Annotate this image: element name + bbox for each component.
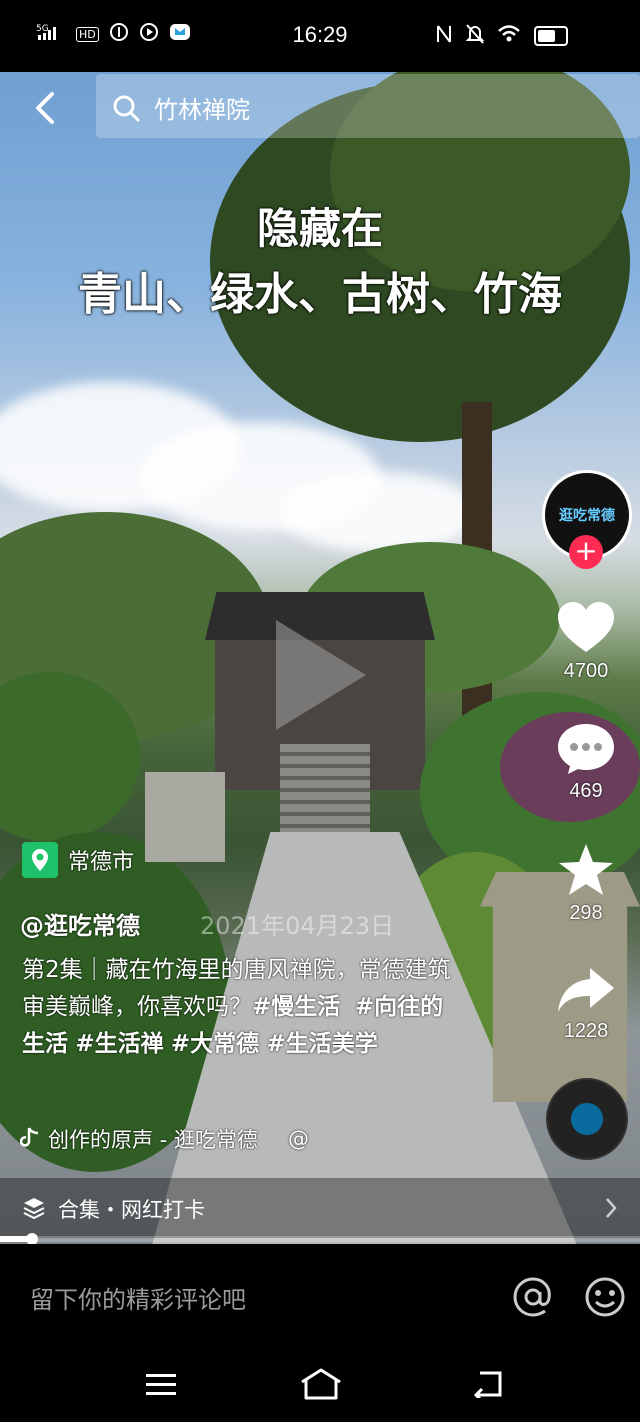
- music-row[interactable]: 创作的原声 - 逛吃常德 @: [19, 1124, 309, 1154]
- menu-icon[interactable]: [146, 1372, 176, 1402]
- search-query: 竹林禅院: [154, 96, 250, 124]
- favorite-count: 298: [569, 902, 603, 924]
- at-mention-icon[interactable]: [512, 1276, 554, 1322]
- chevron-right-icon: [604, 1196, 618, 1224]
- star-icon: [559, 844, 613, 895]
- back-button[interactable]: [30, 88, 60, 128]
- comment-button[interactable]: 469: [546, 722, 626, 803]
- nfc-icon: [436, 24, 452, 48]
- stone-lantern-left: [145, 772, 225, 862]
- video-progress-bar[interactable]: [0, 1233, 640, 1245]
- post-date: 2021年04月23日: [200, 912, 395, 940]
- like-button[interactable]: 4700: [546, 600, 626, 683]
- home-icon[interactable]: [300, 1368, 342, 1404]
- follow-button[interactable]: +: [569, 535, 603, 569]
- favorite-button[interactable]: 298: [546, 842, 626, 925]
- collection-bar[interactable]: 合集・网红打卡: [0, 1178, 640, 1238]
- emoji-icon[interactable]: [584, 1276, 626, 1322]
- share-button[interactable]: 1228: [546, 964, 626, 1043]
- heart-icon: [558, 602, 614, 652]
- location-label: 常德市: [68, 850, 135, 875]
- share-count: 1228: [563, 1020, 609, 1042]
- post-description: 第2集｜藏在竹海里的唐风禅院，常德建筑审美巅峰，你喜欢吗？#慢生活 #向往的生活…: [22, 952, 462, 1063]
- top-bar: 竹林禅院: [0, 72, 640, 142]
- status-bar: 5G HD 16:29: [0, 0, 640, 72]
- hashtag[interactable]: #生活美学: [267, 1031, 378, 1057]
- location-tag[interactable]: 常德市: [22, 842, 134, 878]
- wifi-icon: [498, 25, 520, 47]
- music-note-icon: [19, 1126, 40, 1153]
- back-nav-icon[interactable]: [472, 1370, 504, 1403]
- layers-icon: [22, 1196, 46, 1224]
- music-mention: @: [287, 1127, 309, 1151]
- avatar-label: 逛吃常德: [559, 508, 615, 524]
- share-icon: [558, 968, 614, 1012]
- search-bar[interactable]: 竹林禅院: [96, 74, 640, 138]
- comment-icon: [558, 724, 614, 774]
- author-name[interactable]: @逛吃常德: [20, 906, 140, 941]
- like-count: 4700: [563, 660, 609, 682]
- hashtag[interactable]: #大常德: [171, 1031, 259, 1057]
- hashtag[interactable]: #慢生活: [252, 994, 340, 1020]
- search-icon: [112, 94, 140, 126]
- battery-icon: [534, 26, 568, 46]
- music-disc[interactable]: [546, 1078, 628, 1160]
- hashtag[interactable]: #生活禅: [75, 1031, 163, 1057]
- back-arrow-icon: [36, 92, 54, 124]
- location-pin-icon: [22, 842, 58, 878]
- system-nav-bar: [0, 1348, 640, 1422]
- overlay-title-line2: 青山、绿水、古树、竹海: [78, 269, 562, 320]
- comment-count: 469: [569, 780, 603, 802]
- overlay-title-line1: 隐藏在: [256, 204, 383, 253]
- comment-bar: 留下你的精彩评论吧: [0, 1244, 640, 1348]
- music-title: 创作的原声 - 逛吃常德: [48, 1128, 258, 1152]
- mute-icon: [465, 24, 485, 48]
- collection-label: 合集・网红打卡: [58, 1198, 205, 1222]
- comment-input[interactable]: 留下你的精彩评论吧: [30, 1280, 246, 1315]
